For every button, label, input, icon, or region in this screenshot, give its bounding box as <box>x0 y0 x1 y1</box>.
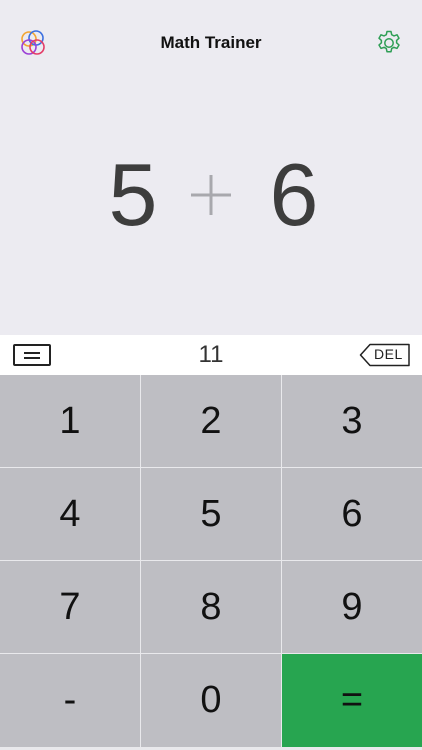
key-6[interactable]: 6 <box>282 468 422 560</box>
problem-area: Math Trainer 5 6 <box>0 0 422 335</box>
math-trainer-app: Math Trainer 5 6 11 DEL 1 2 3 4 5 6 7 8 … <box>0 0 422 750</box>
key-0[interactable]: 0 <box>141 654 281 747</box>
key-5[interactable]: 5 <box>141 468 281 560</box>
delete-label: DEL <box>374 346 403 362</box>
key-8[interactable]: 8 <box>141 561 281 653</box>
settings-button[interactable] <box>374 28 404 58</box>
right-operand: 6 <box>269 145 319 244</box>
page-title: Math Trainer <box>160 33 262 52</box>
delete-button[interactable]: DEL <box>359 343 411 367</box>
key-2[interactable]: 2 <box>141 375 281 467</box>
key-7[interactable]: 7 <box>0 561 140 653</box>
operator-plus <box>170 140 252 250</box>
key-equals[interactable]: = <box>282 654 422 747</box>
answer-bar: 11 DEL <box>0 335 422 375</box>
key-minus[interactable]: - <box>0 654 140 747</box>
problem-display: 5 6 <box>0 140 422 250</box>
plus-icon <box>191 175 231 215</box>
key-4[interactable]: 4 <box>0 468 140 560</box>
header: Math Trainer <box>0 0 422 86</box>
keypad: 1 2 3 4 5 6 7 8 9 - 0 = <box>0 375 422 750</box>
key-9[interactable]: 9 <box>282 561 422 653</box>
gear-icon <box>378 30 400 53</box>
key-3[interactable]: 3 <box>282 375 422 467</box>
key-1[interactable]: 1 <box>0 375 140 467</box>
left-operand: 5 <box>108 145 158 244</box>
